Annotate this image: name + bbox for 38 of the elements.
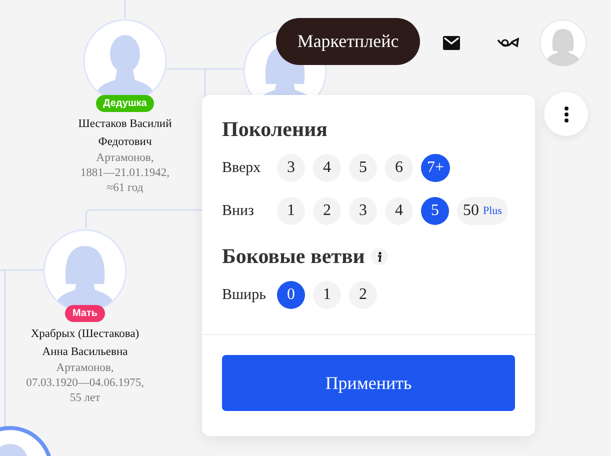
- row-label: Вширь: [222, 286, 267, 304]
- option-chip[interactable]: 4: [313, 154, 341, 182]
- option-chip[interactable]: 7+: [421, 154, 450, 182]
- relation-badge: Мать: [65, 305, 105, 322]
- option-chip[interactable]: 50 Plus: [457, 197, 508, 225]
- option-chip[interactable]: 5: [421, 197, 449, 225]
- row-label: Вниз: [222, 202, 255, 220]
- option-chip[interactable]: 3: [277, 154, 305, 182]
- person-details: Артамонов,: [96, 151, 154, 166]
- option-chip[interactable]: 6: [385, 154, 413, 182]
- option-chip[interactable]: 4: [385, 197, 413, 225]
- option-chip[interactable]: 3: [349, 197, 377, 225]
- more-icon: [564, 106, 568, 122]
- person-details: 07.03.1920—04.06.1975,: [26, 376, 144, 391]
- section-title: Боковые ветви: [222, 244, 365, 269]
- person-name: Шестаков Василий: [78, 117, 172, 132]
- option-chip[interactable]: 1: [313, 281, 341, 309]
- section-title: Поколения: [222, 117, 328, 142]
- person-details: 1881—21.01.1942,: [80, 166, 170, 181]
- more-button[interactable]: [544, 92, 588, 136]
- person-details: ≈61 год: [106, 181, 144, 196]
- info-icon[interactable]: [370, 248, 388, 265]
- option-chip[interactable]: 1: [277, 197, 305, 225]
- person-name: Храбрых (Шестакова): [30, 327, 140, 342]
- person-name: Анна Васильевна: [42, 345, 128, 360]
- person-details: 55 лет: [70, 391, 100, 406]
- option-chip[interactable]: 5: [349, 154, 377, 182]
- person-details: Артамонов,: [56, 361, 114, 376]
- apply-button[interactable]: Применить: [222, 355, 515, 411]
- option-chip[interactable]: 0: [277, 281, 305, 309]
- relation-badge: Дедушка: [96, 95, 154, 112]
- mail-icon[interactable]: [443, 36, 460, 50]
- marketplace-button[interactable]: Маркетплейс: [276, 18, 420, 65]
- option-chip[interactable]: 2: [349, 281, 377, 309]
- option-chip[interactable]: 2: [313, 197, 341, 225]
- person-name: Федотович: [98, 135, 152, 150]
- horn-icon[interactable]: [497, 37, 519, 49]
- row-label: Вверх: [222, 160, 262, 176]
